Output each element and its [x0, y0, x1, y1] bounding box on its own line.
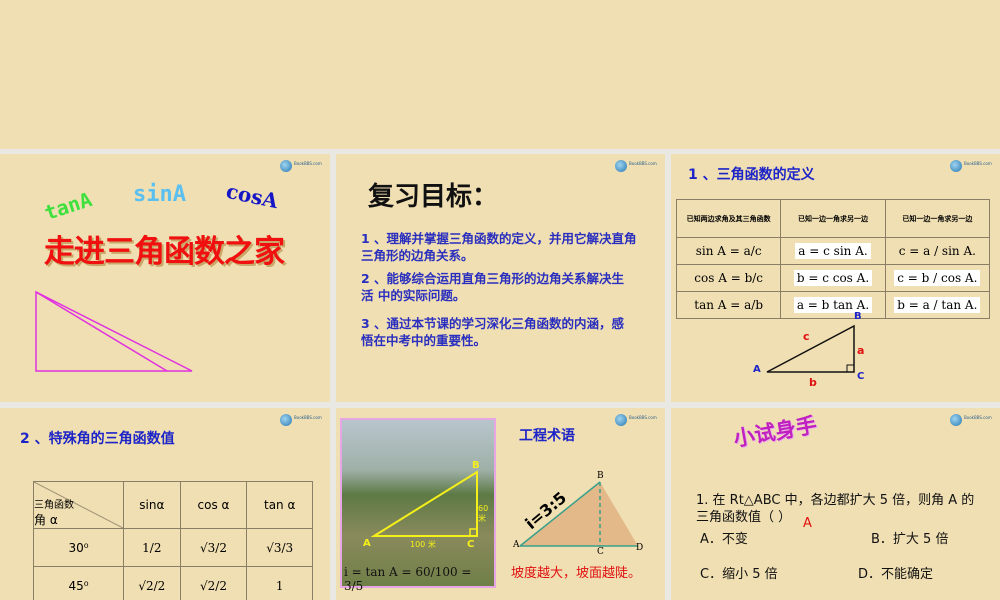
side-c: c: [803, 330, 810, 343]
slide-thumbnail-4[interactable]: BookBBS.com 2 、特殊角的三角函数值 三角函数角 α sinα cos…: [0, 408, 330, 600]
slide-title: 小试身手: [731, 412, 819, 452]
logo-icon: BookBBS.com: [615, 160, 657, 172]
triangle-diagram: [35, 290, 193, 372]
vertex-a: A: [753, 364, 761, 375]
previous-slide-bottom: [0, 0, 1000, 149]
question-text: 1. 在 Rt△ABC 中，各边都扩大 5 倍，则角 A 的三角函数值（ ）: [696, 493, 975, 525]
vertex-a: A: [513, 540, 520, 550]
goal-1: 1 、理解并掌握三角函数的定义，并用它解决直角 三角形的边角关系。: [361, 231, 637, 263]
option-a: A．不变: [700, 532, 748, 547]
logo-icon: BookBBS.com: [950, 414, 992, 426]
option-c: C．缩小 5 倍: [700, 567, 778, 582]
slide-thumbnail-1[interactable]: BookBBS.com tanA sinA cosA 走进三角函数之家: [0, 154, 330, 402]
right-triangle-diagram: [766, 324, 855, 373]
vertex-b: B: [854, 311, 862, 322]
logo-icon: BookBBS.com: [280, 414, 322, 426]
side-a: a: [857, 344, 865, 357]
slide-thumbnail-6[interactable]: BookBBS.com 小试身手 1. 在 Rt△ABC 中，各边都扩大 5 倍…: [671, 408, 1000, 600]
slide-thumbnail-2[interactable]: BookBBS.com 复习目标： 1 、理解并掌握三角函数的定义，并用它解决直…: [336, 154, 665, 402]
vertex-d: D: [636, 543, 644, 553]
slide-thumbnail-5[interactable]: BookBBS.com A B C 100 米 60 米 i = tan A =…: [336, 408, 665, 600]
slide-thumbnail-3[interactable]: BookBBS.com 1 、三角函数的定义 已知两边求角及其三角函数 已知一边一…: [671, 154, 1000, 402]
special-angles-table: 三角函数角 α sinα cos α tan α 30⁰ 1/2 √3/2 √3/3 45…: [33, 481, 313, 600]
slide-title: 2 、特殊角的三角函数值: [20, 431, 175, 447]
vertex-c: C: [857, 371, 865, 382]
slope-note: 坡度越大，坡面越陡。: [511, 566, 642, 581]
option-b: B．扩大 5 倍: [871, 532, 949, 547]
side-b: b: [809, 376, 817, 389]
answer-mark: A: [803, 516, 812, 531]
vertex-b: B: [597, 471, 604, 481]
slide-title: 复习目标：: [368, 182, 499, 212]
option-d: D．不能确定: [858, 567, 934, 582]
goal-2: 2 、能够综合运用直角三角形的边角关系解决生活 中的实际问题。: [361, 271, 625, 303]
vertex-c: C: [597, 547, 604, 557]
goal-3: 3 、通过本节课的学习深化三角函数的内涵，感悟在中考中的重要性。: [361, 316, 625, 348]
